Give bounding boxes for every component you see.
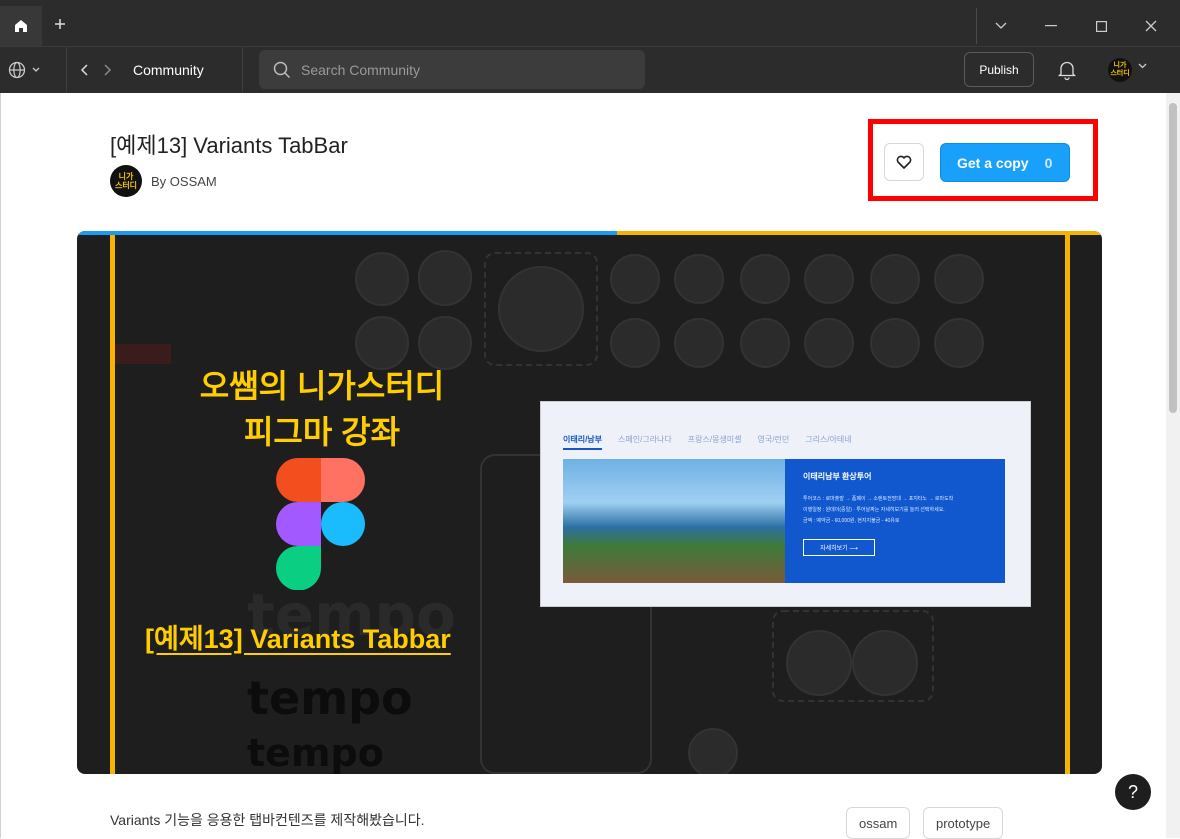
tabs-dropdown-button[interactable] [976, 8, 1026, 44]
mockup-panel-text: 투어코스 : 로마출발 → 폼페이 → 소렌토전망대 → 포지타노 → 로마도착 [803, 496, 954, 502]
page-title: [예제13] Variants TabBar [110, 133, 348, 158]
breadcrumb[interactable]: Community [133, 62, 204, 78]
globe-icon [8, 61, 26, 79]
plus-icon [55, 19, 65, 29]
minimize-icon [1045, 25, 1057, 27]
search-icon [273, 61, 291, 78]
new-tab-button[interactable] [48, 12, 72, 36]
author-avatar[interactable]: 니가 스터디 [110, 165, 142, 197]
heart-icon [896, 155, 912, 169]
mockup-panel-title: 이태리남부 환상투어 [803, 472, 872, 481]
search-box[interactable] [259, 50, 645, 89]
forward-button[interactable] [98, 59, 118, 81]
author-name[interactable]: By OSSAM [151, 174, 217, 189]
file-description: Variants 기능을 응용한 탭바컨텐즈를 제작해봤습니다. [110, 812, 425, 828]
figma-logo-icon [276, 458, 365, 590]
toolbar-divider [242, 47, 243, 94]
copy-label: Get a copy [957, 154, 1029, 171]
language-menu[interactable] [8, 57, 58, 83]
toolbar-divider [66, 47, 67, 94]
close-button[interactable] [1126, 8, 1176, 44]
avatar[interactable]: 니가 스터디 [1108, 58, 1132, 82]
maximize-button[interactable] [1076, 8, 1126, 44]
mockup-panel-text: 금액 : 예약금 - 60,000원, 현지지불금 - 40유로 [803, 518, 900, 524]
publish-button[interactable]: Publish [964, 52, 1034, 87]
mockup-tab: 이태리/남부 [563, 434, 603, 450]
home-tab[interactable] [0, 6, 42, 46]
bell-icon[interactable] [1056, 59, 1078, 81]
copy-count: 0 [1044, 154, 1053, 171]
tag-prototype[interactable]: prototype [923, 807, 1004, 839]
tempo-text: tempo [247, 731, 384, 774]
tempo-text: tempo [247, 671, 413, 725]
title-bar [0, 0, 1180, 46]
hero-title-line1: 오쌤의 니가스터디 [199, 368, 445, 404]
author-avatar-text: 니가 스터디 [114, 172, 138, 190]
hero-title-line2: 피그마 강좌 [243, 414, 401, 450]
help-button[interactable]: ? [1115, 774, 1151, 810]
scrollbar-thumb[interactable] [1169, 103, 1177, 413]
chevron-down-icon[interactable] [1138, 63, 1147, 69]
avatar-text: 니가 스터디 [1110, 62, 1130, 77]
mockup-panel-text: 이행일정 : 원데이(중일) · 투어날짜는 자세히보기를 눌러 선택하세요. [803, 507, 945, 513]
minimize-button[interactable] [1026, 8, 1076, 44]
hero-subtitle: [예제13] Variants Tabbar [145, 624, 451, 654]
mockup-tabs: 이태리/남부 스페인/그라나다 프랑스/몽생미셸 영국/런던 그리스/아테네 [563, 434, 852, 450]
community-toolbar: Community Publish 니가 스터디 [0, 46, 1180, 94]
mockup-panel: 이태리남부 환상투어 투어코스 : 로마출발 → 폼페이 → 소렌토전망대 → … [785, 459, 1005, 583]
back-button[interactable] [74, 59, 94, 81]
file-detail-page: [예제13] Variants TabBar 니가 스터디 By OSSAM G… [0, 93, 1166, 839]
chevron-left-icon [80, 64, 88, 76]
close-icon [1145, 20, 1157, 32]
tag-ossam[interactable]: ossam [846, 807, 911, 839]
hero-image: tempo tempo tempo 오쌤의 니가스터디 피그마 강좌 [예제13… [77, 231, 1102, 774]
home-icon [15, 20, 27, 32]
mockup-tab: 스페인/그라나다 [618, 435, 672, 444]
mockup-tab: 영국/런던 [757, 435, 790, 444]
like-button[interactable] [884, 143, 924, 181]
mockup-tab: 프랑스/몽생미셸 [687, 435, 742, 444]
tabbar-mockup: 이태리/남부 스페인/그라나다 프랑스/몽생미셸 영국/런던 그리스/아테네 이… [540, 401, 1031, 607]
maximize-icon [1095, 20, 1107, 32]
scrollbar[interactable] [1166, 93, 1180, 838]
author-info[interactable]: 니가 스터디 By OSSAM [110, 165, 217, 197]
chevron-right-icon [104, 64, 112, 76]
mockup-panel-button: 자세히보기 ⟶ [803, 539, 875, 556]
mockup-tab: 그리스/아테네 [805, 435, 852, 444]
chevron-down-icon [32, 67, 40, 72]
mockup-photo [563, 459, 785, 583]
get-a-copy-button[interactable]: Get a copy 0 [940, 143, 1070, 182]
search-input[interactable] [301, 61, 631, 78]
chevron-down-icon [995, 22, 1007, 29]
